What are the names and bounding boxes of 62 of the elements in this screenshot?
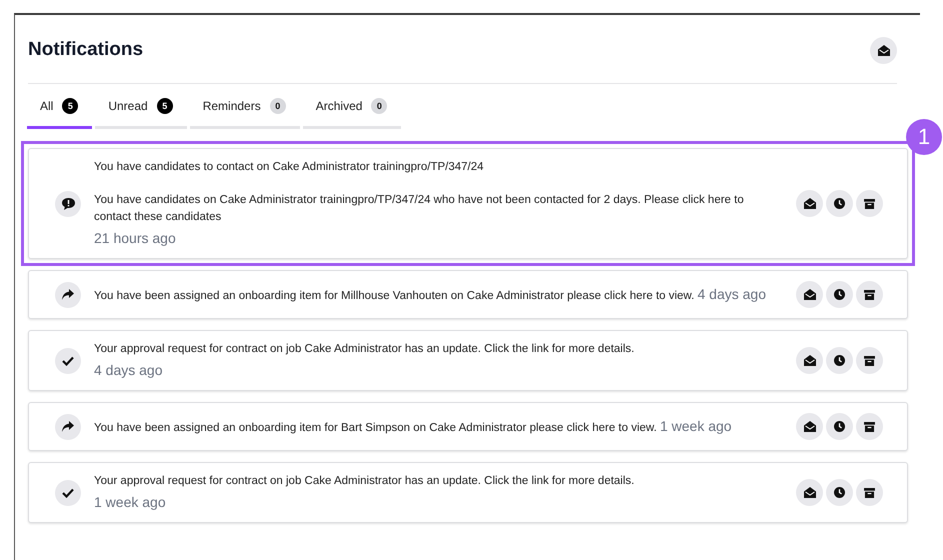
open-envelope-icon bbox=[804, 198, 816, 209]
notification-message: You have candidates on Cake Administrator trainingpro/TP/347/24 who have not been contacted for 2 days. Please click here to contact these candidates bbox=[94, 194, 744, 223]
page-title: Notifications bbox=[28, 39, 144, 61]
archive-button[interactable] bbox=[856, 281, 883, 308]
tab[interactable]: All 5 bbox=[27, 85, 92, 129]
share-arrow-icon bbox=[62, 289, 74, 300]
mark-read-button[interactable] bbox=[796, 190, 823, 217]
count-badge: 5 bbox=[156, 98, 173, 114]
clock-icon bbox=[834, 421, 845, 432]
mark-read-button[interactable] bbox=[796, 479, 823, 506]
notification-message: Your approval request for contract on job Cake Administrator has an update. Click the link for more details. bbox=[94, 343, 634, 355]
mark-all-read-button[interactable] bbox=[870, 36, 897, 64]
notification-card[interactable]: You have been assigned an onboarding item for Bart Simpson on Cake Administrator please click here to view. 1 week ago bbox=[28, 402, 908, 451]
notification-card[interactable]: Your approval request for contract on job Cake Administrator has an update. Click the link for more details. 1 week ago bbox=[28, 462, 908, 523]
snooze-button[interactable] bbox=[826, 413, 853, 440]
archive-button[interactable] bbox=[856, 479, 883, 506]
notification-card[interactable]: You have been assigned an onboarding item for Millhouse Vanhouten on Cake Administrator please click here to view. 4 days ago bbox=[28, 270, 908, 319]
tab[interactable]: Archived 0 bbox=[302, 85, 402, 129]
snooze-button[interactable] bbox=[826, 347, 853, 374]
mark-read-button[interactable] bbox=[796, 281, 823, 308]
count-badge: 0 bbox=[270, 98, 286, 114]
checkmark-icon bbox=[62, 356, 74, 366]
notification-message: You have been assigned an onboarding item for Bart Simpson on Cake Administrator please click here to view. bbox=[94, 422, 657, 434]
timestamp: 4 days ago bbox=[94, 361, 162, 380]
snooze-button[interactable] bbox=[826, 479, 853, 506]
archive-box-icon bbox=[864, 356, 875, 366]
snooze-button[interactable] bbox=[826, 190, 853, 217]
archive-button[interactable] bbox=[856, 190, 883, 217]
snooze-button[interactable] bbox=[826, 281, 853, 308]
speech-bubble-icon bbox=[62, 198, 74, 210]
timestamp: 1 week ago bbox=[94, 493, 166, 512]
notification-card[interactable]: Your approval request for contract on job Cake Administrator has an update. Click the link for more details. 4 days ago bbox=[28, 330, 908, 391]
mark-read-button[interactable] bbox=[796, 347, 823, 374]
notification-title: You have candidates to contact on Cake Administrator trainingpro/TP/347/24 bbox=[94, 160, 485, 175]
clock-icon bbox=[834, 487, 845, 498]
count-badge: 5 bbox=[62, 98, 78, 114]
archive-box-icon bbox=[864, 488, 875, 498]
notification-message: Your approval request for contract on job Cake Administrator has an update. Click the link for more details. bbox=[94, 475, 634, 487]
clock-icon bbox=[834, 355, 845, 366]
mark-read-button[interactable] bbox=[796, 413, 823, 440]
clock-icon bbox=[834, 289, 845, 300]
open-envelope-icon bbox=[804, 421, 816, 432]
timestamp: 21 hours ago bbox=[94, 229, 176, 248]
notification-message: You have been assigned an onboarding item for Millhouse Vanhouten on Cake Administrator please click here to view. bbox=[94, 290, 694, 302]
archive-box-icon bbox=[864, 198, 875, 208]
archive-box-icon bbox=[864, 290, 875, 300]
archive-button[interactable] bbox=[856, 347, 883, 374]
share-arrow-icon bbox=[62, 421, 74, 432]
timestamp: 4 days ago bbox=[698, 286, 766, 302]
open-envelope-icon bbox=[878, 44, 890, 56]
count-badge: 0 bbox=[371, 98, 388, 114]
clock-icon bbox=[834, 198, 845, 209]
archive-button[interactable] bbox=[856, 413, 883, 440]
archive-box-icon bbox=[864, 422, 875, 432]
tab[interactable]: Unread 5 bbox=[95, 85, 187, 129]
timestamp: 1 week ago bbox=[660, 418, 732, 434]
callout-badge: 1 bbox=[906, 119, 942, 155]
open-envelope-icon bbox=[804, 355, 816, 366]
checkmark-icon bbox=[62, 488, 74, 498]
open-envelope-icon bbox=[804, 487, 816, 498]
tab[interactable]: Reminders 0 bbox=[190, 85, 300, 129]
open-envelope-icon bbox=[804, 289, 816, 300]
